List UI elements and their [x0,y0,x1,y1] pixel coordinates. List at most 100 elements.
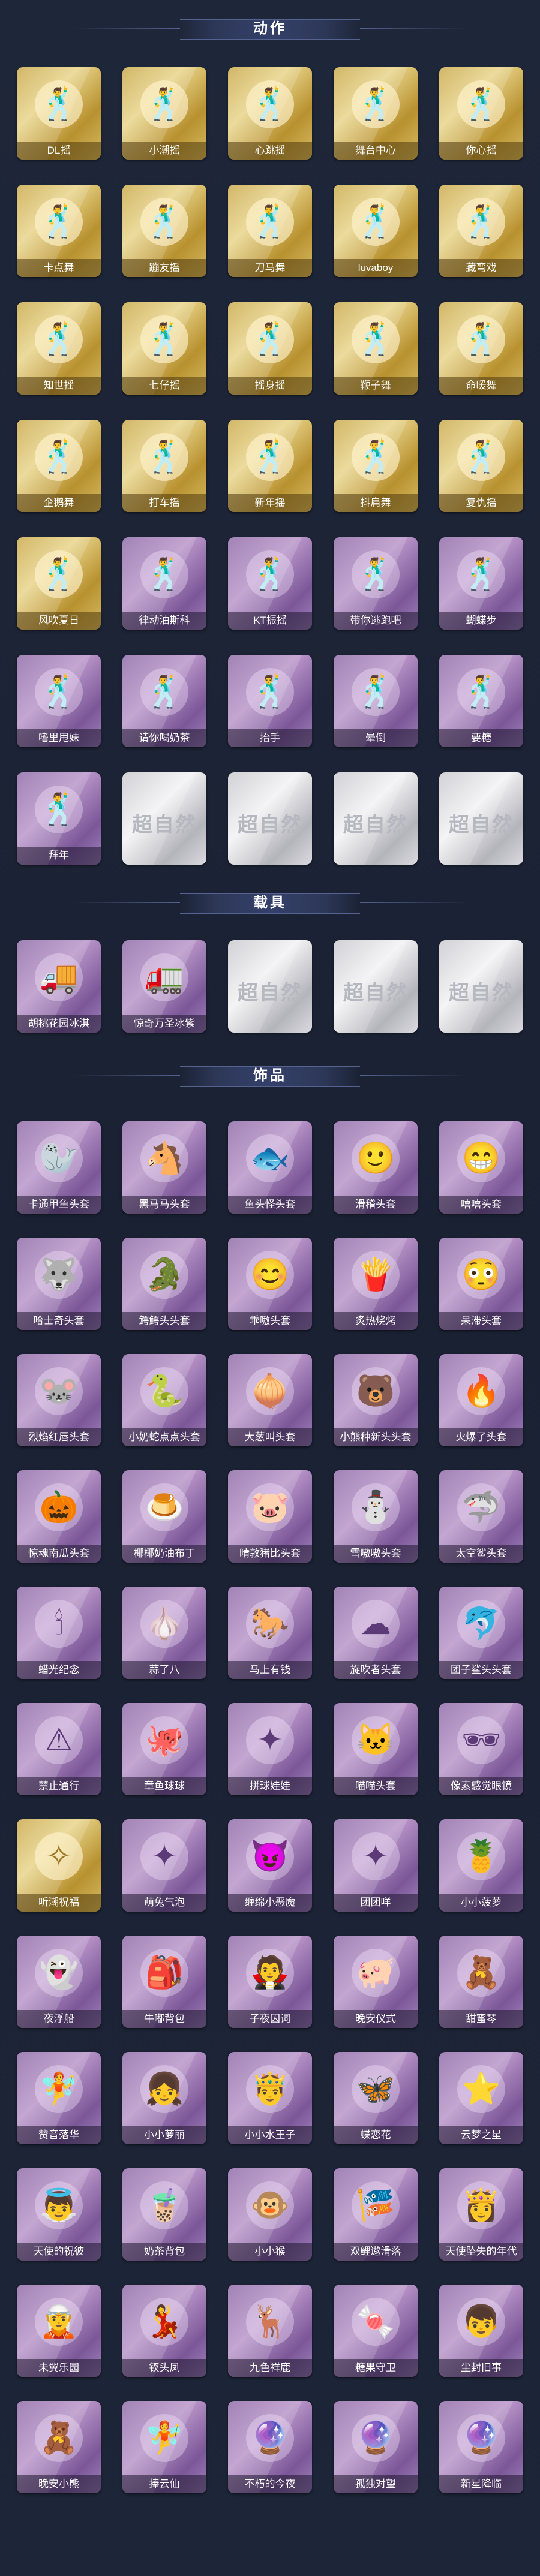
actions-item-card[interactable]: 🕺 拜年 [17,772,101,865]
vehicles-item-card[interactable]: 🚛 惊奇万圣冰紫 [122,940,206,1033]
accessories-item-card[interactable]: ⚠ 禁止通行 [17,1703,101,1795]
actions-item-card[interactable]: 🕺 晕倒 [334,655,418,747]
accessories-item-card[interactable]: ✦ 团团咩 [334,1819,418,1912]
accessories-item-card[interactable]: ☁ 旋吹者头套 [334,1587,418,1679]
locked-card[interactable]: 超自然 [228,940,312,1033]
actions-item-card[interactable]: 🕺 抖肩舞 [334,420,418,512]
accessories-item-card[interactable]: 🐵 小小猴 [228,2168,312,2261]
actions-item-card[interactable]: 🕺 企鹅舞 [17,420,101,512]
actions-item-card[interactable]: 🕺 小潮摇 [122,67,206,160]
locked-card[interactable]: 超自然 [334,940,418,1033]
actions-item-card[interactable]: 🕺 请你喝奶茶 [122,655,206,747]
accessories-item-card[interactable]: 🦋 蝶恋花 [334,2052,418,2144]
actions-item-card[interactable]: 🕺 要糖 [439,655,523,747]
actions-item-card[interactable]: 🕺 藏弯戏 [439,185,523,277]
accessories-item-card[interactable]: 🔥 火爆了头套 [439,1354,523,1446]
accessories-item-card[interactable]: 🐺 哈士奇头套 [17,1238,101,1330]
actions-item-card[interactable]: 🕺 卡点舞 [17,185,101,277]
accessories-item-card[interactable]: 🕯 蜡光纪念 [17,1587,101,1679]
accessories-item-card[interactable]: 🐟 鱼头怪头套 [228,1121,312,1214]
actions-item-card[interactable]: 🕺 打车摇 [122,420,206,512]
locked-card[interactable]: 超自然 [334,772,418,865]
actions-item-card[interactable]: 🕺 鞭子舞 [334,302,418,395]
accessories-item-card[interactable]: 👻 夜浮船 [17,1936,101,2028]
accessories-item-card[interactable]: 🧝 未翼乐园 [17,2285,101,2377]
accessories-item-card[interactable]: 🍮 椰椰奶油布丁 [122,1470,206,1563]
accessories-item-card[interactable]: 🦭 卡通甲鱼头套 [17,1121,101,1214]
accessories-item-card[interactable]: 💃 钗头凤 [122,2285,206,2377]
accessories-item-card[interactable]: 🐙 章鱼球球 [122,1703,206,1795]
actions-item-card[interactable]: 🕺 你心摇 [439,67,523,160]
accessories-item-card[interactable]: 😊 乖嗷头套 [228,1238,312,1330]
accessories-item-card[interactable]: 🙂 滑稽头套 [334,1121,418,1214]
accessories-item-card[interactable]: 🎒 牛嘟背包 [122,1936,206,2028]
accessories-item-card[interactable]: ⛄ 雪嗷嗷头套 [334,1470,418,1563]
accessories-item-card[interactable]: 🐷 晴敦猪比头套 [228,1470,312,1563]
actions-item-card[interactable]: 🕺 命暖舞 [439,302,523,395]
accessories-item-card[interactable]: 🐬 团子鲨头头套 [439,1587,523,1679]
actions-item-card[interactable]: 🕺 刀马舞 [228,185,312,277]
actions-item-card[interactable]: 🕺 抬手 [228,655,312,747]
accessories-item-card[interactable]: 🤴 小小水王子 [228,2052,312,2144]
accessories-item-card[interactable]: 🎃 惊魂南瓜头套 [17,1470,101,1563]
accessories-item-card[interactable]: 🦈 太空鲨头套 [439,1470,523,1563]
accessories-item-card[interactable]: 🧸 甜蜜琴 [439,1936,523,2028]
accessories-item-card[interactable]: 🍍 小小菠萝 [439,1819,523,1912]
actions-item-card[interactable]: 🕺 luvaboy [334,185,418,277]
actions-item-card[interactable]: 🕺 嗜里甩妹 [17,655,101,747]
accessories-item-card[interactable]: 🐎 马上有钱 [228,1587,312,1679]
accessories-item-card[interactable]: 🐱 喵喵头套 [334,1703,418,1795]
actions-item-card[interactable]: 🕺 知世摇 [17,302,101,395]
accessories-item-card[interactable]: 🎏 双鲤遨滑落 [334,2168,418,2261]
accessories-item-card[interactable]: 👸 天使坠失的年代 [439,2168,523,2261]
actions-item-card[interactable]: 🕺 律动油斯科 [122,537,206,630]
actions-item-card[interactable]: 🕺 KT振摇 [228,537,312,630]
actions-item-card[interactable]: 🕺 带你逃跑吧 [334,537,418,630]
accessories-item-card[interactable]: 🧄 蒜了八 [122,1587,206,1679]
accessories-item-card[interactable]: 🧋 奶茶背包 [122,2168,206,2261]
accessories-item-card[interactable]: 🐻 小熊种新头头套 [334,1354,418,1446]
actions-item-card[interactable]: 🕺 新年摇 [228,420,312,512]
accessories-item-card[interactable]: 🍬 糖果守卫 [334,2285,418,2377]
accessories-item-card[interactable]: 🕶 像素感觉眼镜 [439,1703,523,1795]
accessories-item-card[interactable]: 🔮 不朽的今夜 [228,2401,312,2493]
locked-card[interactable]: 超自然 [439,940,523,1033]
actions-item-card[interactable]: 🕺 蝴蝶步 [439,537,523,630]
locked-card[interactable]: 超自然 [439,772,523,865]
accessories-item-card[interactable]: 😈 缠绵小恶魔 [228,1819,312,1912]
accessories-item-card[interactable]: 🧛 子夜囚词 [228,1936,312,2028]
accessories-item-card[interactable]: 🐴 黑马马头套 [122,1121,206,1214]
accessories-item-card[interactable]: 😳 呆滞头套 [439,1238,523,1330]
vehicles-item-card[interactable]: 🚚 胡桃花园冰淇 [17,940,101,1033]
accessories-item-card[interactable]: 🧚 赞音落华 [17,2052,101,2144]
accessories-item-card[interactable]: ⭐ 云梦之星 [439,2052,523,2144]
actions-item-card[interactable]: 🕺 摇身摇 [228,302,312,395]
actions-item-card[interactable]: 🕺 心跳摇 [228,67,312,160]
actions-item-card[interactable]: 🕺 舞台中心 [334,67,418,160]
locked-card[interactable]: 超自然 [228,772,312,865]
actions-item-card[interactable]: 🕺 蹦友摇 [122,185,206,277]
accessories-item-card[interactable]: 👦 尘封旧事 [439,2285,523,2377]
accessories-item-card[interactable]: 👧 小小萝丽 [122,2052,206,2144]
actions-item-card[interactable]: 🕺 七仔摇 [122,302,206,395]
accessories-item-card[interactable]: 🐖 晚安仪式 [334,1936,418,2028]
accessories-item-card[interactable]: 👼 天使的祝彼 [17,2168,101,2261]
accessories-item-card[interactable]: 😁 嘻嘻头套 [439,1121,523,1214]
accessories-item-card[interactable]: 🦌 九色祥鹿 [228,2285,312,2377]
accessories-item-card[interactable]: ✦ 拼球娃娃 [228,1703,312,1795]
accessories-item-card[interactable]: 🧅 大葱叫头套 [228,1354,312,1446]
accessories-item-card[interactable]: 🧸 晚安小熊 [17,2401,101,2493]
actions-item-card[interactable]: 🕺 复仇摇 [439,420,523,512]
actions-item-card[interactable]: 🕺 DL摇 [17,67,101,160]
accessories-item-card[interactable]: ✦ 萌兔气泡 [122,1819,206,1912]
accessories-item-card[interactable]: 🍟 炙热烧烤 [334,1238,418,1330]
accessories-item-card[interactable]: 🐍 小奶蛇点点头套 [122,1354,206,1446]
accessories-item-card[interactable]: 🔮 新星降临 [439,2401,523,2493]
accessories-item-card[interactable]: 🐊 鳄鳄头头套 [122,1238,206,1330]
actions-item-card[interactable]: 🕺 风吹夏日 [17,537,101,630]
accessories-item-card[interactable]: 🔮 孤独对望 [334,2401,418,2493]
accessories-item-card[interactable]: 🧚 捧云仙 [122,2401,206,2493]
locked-card[interactable]: 超自然 [122,772,206,865]
accessories-item-card[interactable]: 🐭 烈焰红唇头套 [17,1354,101,1446]
accessories-item-card[interactable]: ✧ 听潮祝福 [17,1819,101,1912]
